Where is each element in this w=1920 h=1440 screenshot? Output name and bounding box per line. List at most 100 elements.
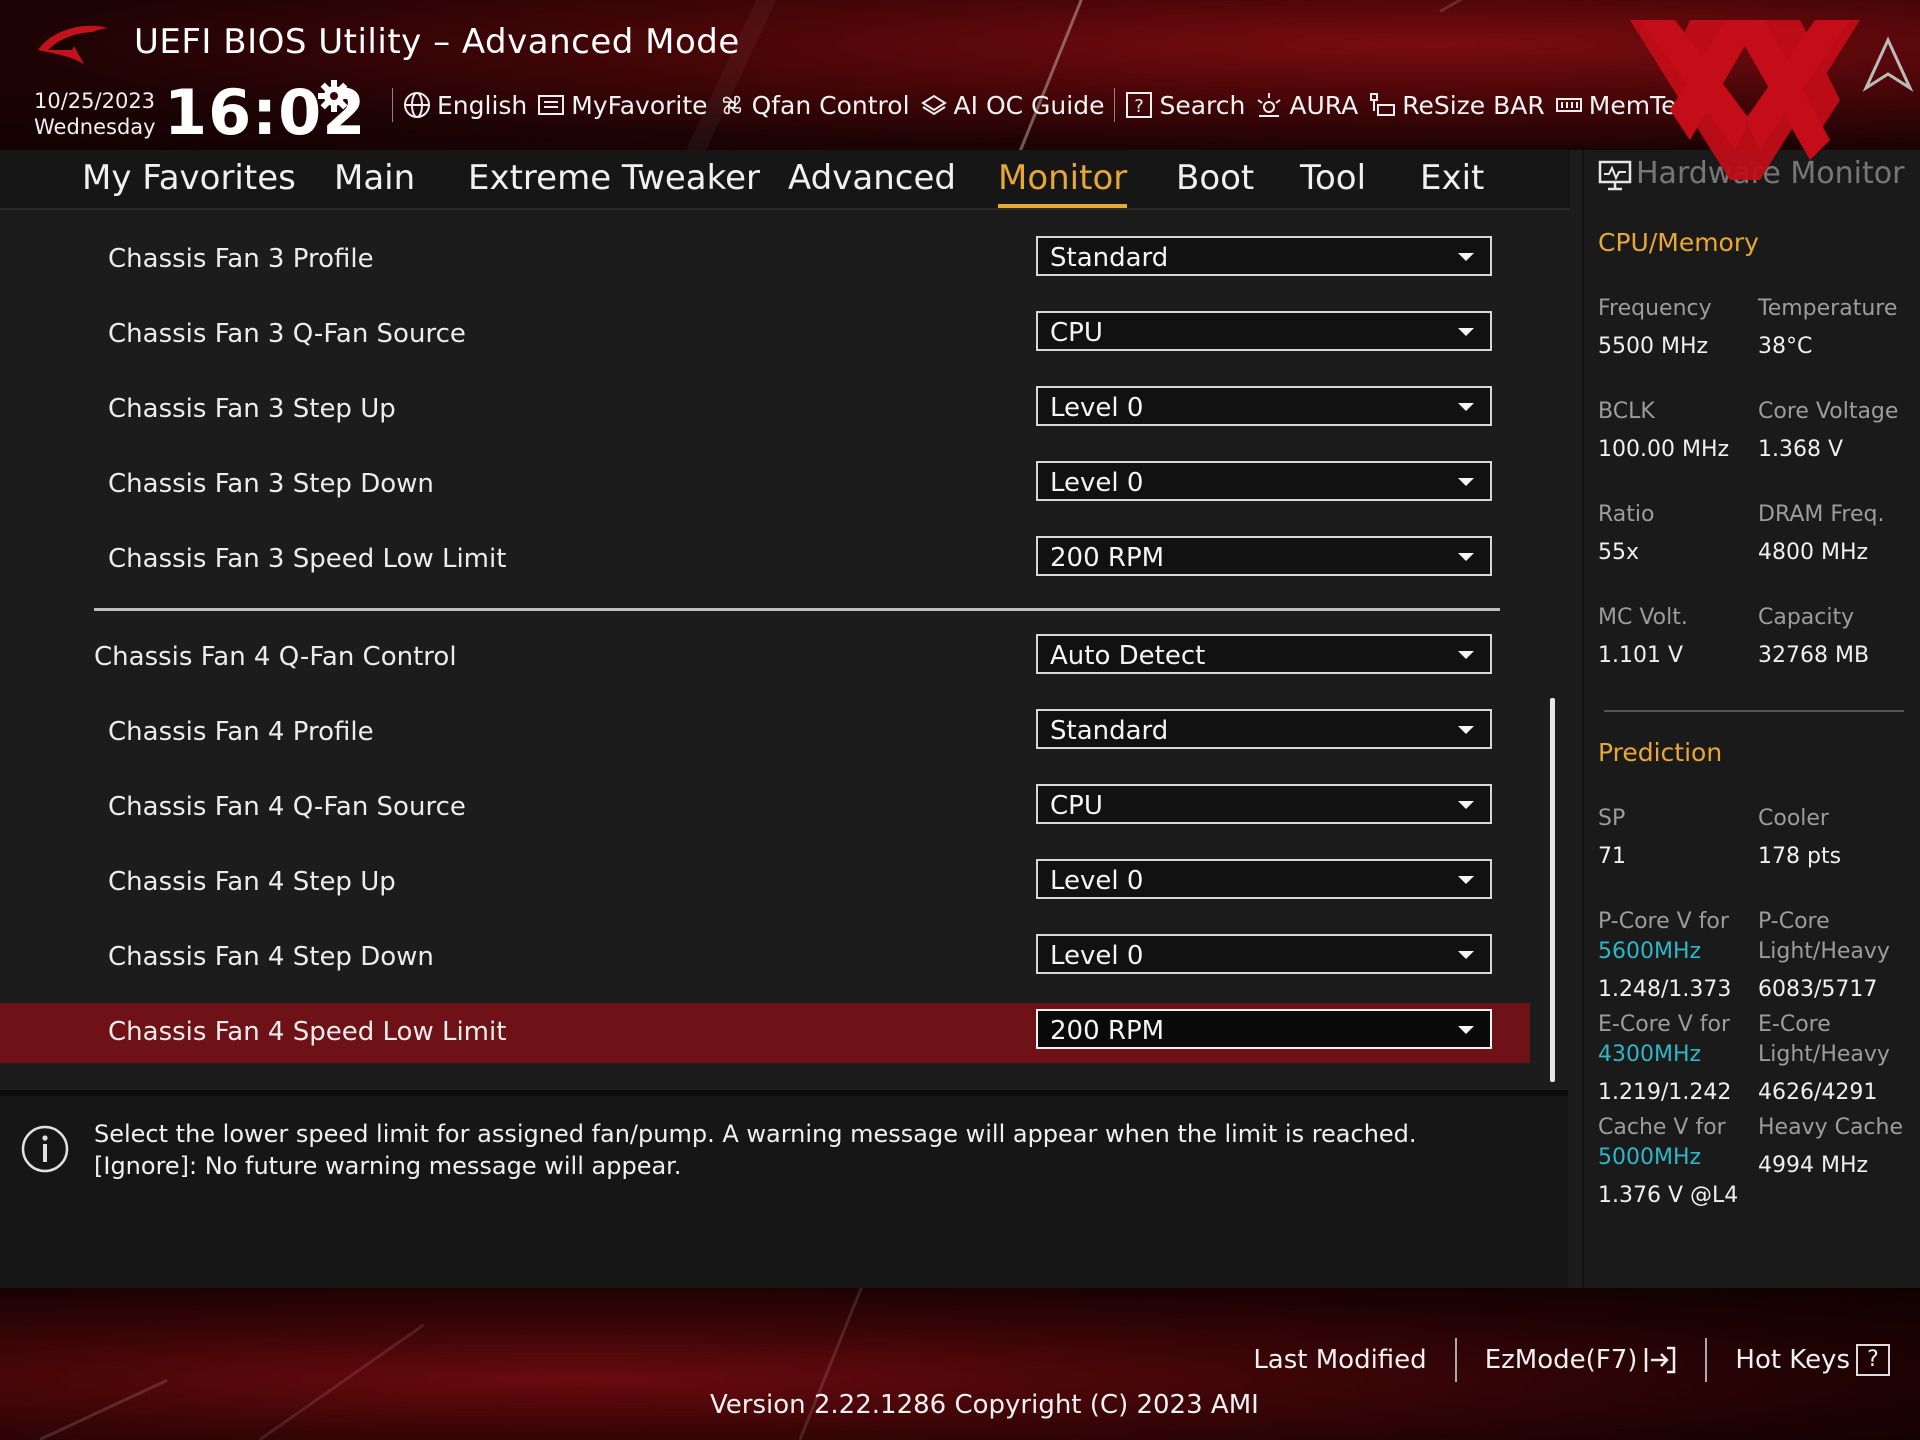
fan-icon: [722, 95, 741, 115]
chip-icon: [920, 94, 947, 116]
setting-row[interactable]: Chassis Fan 4 Profile Standard: [0, 703, 1530, 763]
caret-down-icon: [1458, 651, 1474, 659]
dram-freq-value: 4800 MHz: [1758, 540, 1869, 565]
caret-down-icon: [1458, 478, 1474, 486]
setting-row[interactable]: Chassis Fan 4 Step Down Level 0: [0, 928, 1530, 988]
setting-dropdown[interactable]: Level 0: [1036, 386, 1492, 426]
mc-volt-value: 1.101 V: [1598, 643, 1684, 668]
gear-icon[interactable]: [316, 78, 352, 114]
tab-extreme-tweaker[interactable]: Extreme Tweaker: [468, 158, 760, 198]
ratio-value: 55x: [1598, 540, 1640, 565]
scrollbar[interactable]: [1550, 698, 1555, 1082]
bclk-value: 100.00 MHz: [1598, 437, 1730, 462]
caret-down-icon: [1458, 253, 1474, 261]
ecore-lh-value: 4626/4291: [1758, 1080, 1878, 1105]
ezmode-button[interactable]: EzMode(F7): [1485, 1345, 1678, 1375]
qfan-control-button[interactable]: Qfan Control: [718, 91, 910, 120]
setting-row[interactable]: Chassis Fan 4 Q-Fan Control Auto Detect: [0, 628, 1530, 688]
setting-label: Chassis Fan 4 Speed Low Limit: [108, 1017, 507, 1047]
tab-tool[interactable]: Tool: [1300, 158, 1366, 198]
help-line-2: [Ignore]: No future warning message will…: [94, 1152, 682, 1180]
dram-freq-label: DRAM Freq.: [1758, 502, 1885, 527]
date-display: 10/25/2023 Wednesday: [34, 88, 156, 140]
aura-button[interactable]: AURA: [1255, 91, 1358, 120]
setting-dropdown[interactable]: Auto Detect: [1036, 634, 1492, 674]
setting-label: Chassis Fan 4 Step Up: [108, 867, 396, 897]
cache-v-value: 1.376 V @L4: [1598, 1183, 1739, 1208]
sp-value: 71: [1598, 844, 1626, 869]
myfavorite-button[interactable]: MyFavorite: [537, 90, 708, 120]
caret-down-icon: [1458, 801, 1474, 809]
aura-light-icon: [1257, 93, 1281, 117]
tab-advanced[interactable]: Advanced: [788, 158, 956, 198]
dropdown-value: CPU: [1050, 791, 1103, 821]
help-text: Select the lower speed limit for assigne…: [94, 1118, 1417, 1182]
setting-dropdown[interactable]: Standard: [1036, 709, 1492, 749]
rog-logo-icon: [38, 25, 108, 64]
prediction-heading: Prediction: [1598, 738, 1723, 767]
pcore-v-value: 1.248/1.373: [1598, 977, 1732, 1002]
setting-dropdown[interactable]: 200 RPM: [1036, 536, 1492, 576]
toolbar-divider: [1114, 88, 1116, 122]
hw-divider: [1604, 710, 1904, 712]
setting-dropdown[interactable]: CPU: [1036, 311, 1492, 351]
tab-monitor[interactable]: Monitor: [998, 158, 1128, 208]
setting-dropdown[interactable]: Level 0: [1036, 934, 1492, 974]
caret-down-icon: [1458, 553, 1474, 561]
setting-dropdown[interactable]: Level 0: [1036, 859, 1492, 899]
setting-row[interactable]: Chassis Fan 3 Speed Low Limit 200 RPM: [0, 530, 1530, 590]
frequency-label: Frequency: [1598, 296, 1712, 321]
setting-row[interactable]: Chassis Fan 4 Step Up Level 0: [0, 853, 1530, 913]
favorite-list-icon: [538, 95, 565, 115]
main-tabs: My Favorites Main Extreme Tweaker Advanc…: [0, 150, 1570, 210]
hot-keys-label: Hot Keys: [1735, 1345, 1850, 1375]
hot-keys-button[interactable]: Hot Keys ?: [1735, 1344, 1890, 1376]
setting-row[interactable]: Chassis Fan 4 Q-Fan Source CPU: [0, 778, 1530, 838]
setting-dropdown[interactable]: CPU: [1036, 784, 1492, 824]
setting-row[interactable]: Chassis Fan 3 Profile Standard: [0, 230, 1530, 290]
setting-label: Chassis Fan 4 Step Down: [108, 942, 434, 972]
ecore-v-value: 1.219/1.242: [1598, 1080, 1732, 1105]
search-button[interactable]: ? Search: [1125, 91, 1245, 120]
bclk-label: BCLK: [1598, 399, 1655, 424]
setting-dropdown[interactable]: Standard: [1036, 236, 1492, 276]
exit-arrow-icon: [1645, 1346, 1676, 1374]
myfavorite-label: MyFavorite: [571, 90, 708, 120]
tab-my-favorites[interactable]: My Favorites: [82, 158, 296, 198]
cache-v-label: Cache V for: [1598, 1115, 1726, 1140]
ai-oc-guide-button[interactable]: AI OC Guide: [920, 91, 1104, 120]
last-modified-button[interactable]: Last Modified: [1253, 1345, 1426, 1375]
mc-volt-label: MC Volt.: [1598, 605, 1688, 630]
setting-dropdown[interactable]: 200 RPM: [1036, 1009, 1492, 1049]
resize-bar-icon: [1370, 93, 1396, 116]
decor-slash: [1018, 0, 1089, 150]
footer-divider: [1705, 1338, 1708, 1382]
footer-bar: Last Modified EzMode(F7) Hot Keys ? Vers…: [0, 1288, 1920, 1440]
caret-down-icon: [1458, 403, 1474, 411]
language-button[interactable]: English: [403, 91, 527, 120]
footer-divider: [1454, 1338, 1457, 1382]
caret-down-icon: [1458, 876, 1474, 884]
ecore-v-label: E-Core V for: [1598, 1012, 1731, 1037]
capacity-label: Capacity: [1758, 605, 1855, 630]
help-key-icon: ?: [1856, 1344, 1890, 1376]
pcore-v-label: P-Core V for: [1598, 909, 1729, 934]
setting-dropdown[interactable]: Level 0: [1036, 461, 1492, 501]
sp-label: SP: [1598, 806, 1626, 831]
qfan-label: Qfan Control: [751, 90, 910, 120]
setting-row[interactable]: Chassis Fan 3 Step Down Level 0: [0, 455, 1530, 515]
setting-row[interactable]: Chassis Fan 3 Step Up Level 0: [0, 380, 1530, 440]
setting-row[interactable]: Chassis Fan 3 Q-Fan Source CPU: [0, 305, 1530, 365]
tab-boot[interactable]: Boot: [1176, 158, 1254, 198]
dropdown-value: Level 0: [1050, 393, 1144, 423]
tab-main[interactable]: Main: [334, 158, 415, 198]
caret-down-icon: [1458, 328, 1474, 336]
dropdown-value: Level 0: [1050, 866, 1144, 896]
pcore-lh-sublabel: Light/Heavy: [1758, 939, 1890, 964]
tab-exit[interactable]: Exit: [1420, 158, 1484, 198]
date-text: 10/25/2023: [34, 89, 156, 113]
resize-bar-button[interactable]: ReSize BAR: [1368, 91, 1545, 120]
footer-links: Last Modified EzMode(F7) Hot Keys ?: [1253, 1338, 1890, 1382]
watermark-logo-icon: [1630, 20, 1860, 180]
setting-row-selected[interactable]: Chassis Fan 4 Speed Low Limit 200 RPM: [0, 1003, 1530, 1063]
